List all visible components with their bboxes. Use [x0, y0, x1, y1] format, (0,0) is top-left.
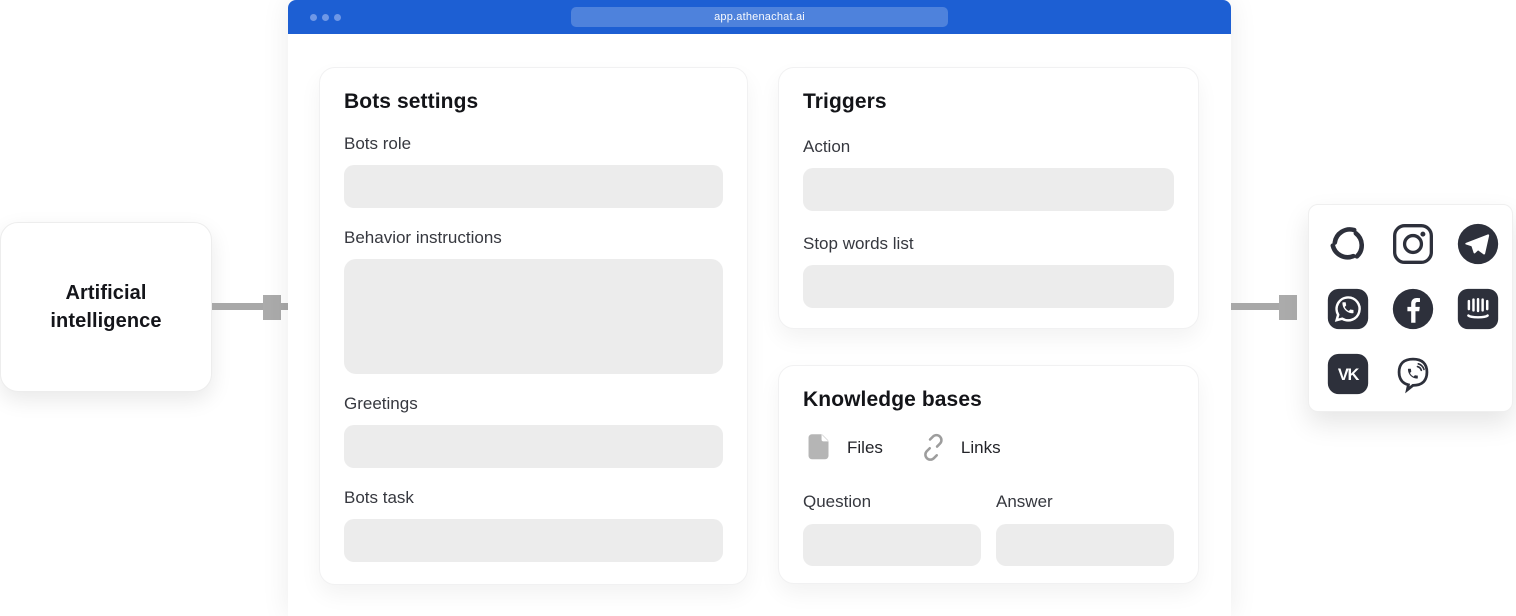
answer-input[interactable]	[996, 524, 1174, 566]
bots-task-label: Bots task	[344, 487, 723, 508]
links-tab-label: Links	[961, 438, 1001, 458]
knowledge-tabs: Files Links	[803, 431, 1174, 465]
svg-text:VK: VK	[1338, 366, 1360, 384]
window-dot-icon	[310, 14, 317, 21]
bots-task-input[interactable]	[344, 519, 723, 562]
url-bar[interactable]: app.athenachat.ai	[571, 7, 948, 27]
stop-words-list-label: Stop words list	[803, 233, 1174, 254]
bots-role-label: Bots role	[344, 133, 723, 154]
whatsapp-icon	[1326, 287, 1370, 331]
facebook-icon	[1391, 287, 1435, 331]
window-controls	[310, 14, 341, 21]
url-text: app.athenachat.ai	[714, 11, 805, 23]
greetings-label: Greetings	[344, 393, 723, 414]
instagram-icon	[1391, 222, 1435, 266]
tab-files[interactable]: Files	[803, 430, 883, 467]
artificial-intelligence-label: Artificial intelligence	[41, 279, 171, 335]
knowledge-bases-card: Knowledge bases Files	[778, 365, 1199, 584]
viber-icon	[1391, 352, 1435, 396]
vk-icon: VK	[1326, 352, 1370, 396]
bots-settings-card: Bots settings Bots role Behavior instruc…	[319, 67, 748, 585]
knowledge-bases-title: Knowledge bases	[803, 388, 1174, 412]
trefoil-knot-icon	[1326, 222, 1370, 266]
answer-label: Answer	[996, 491, 1174, 512]
files-tab-label: Files	[847, 438, 883, 458]
window-dot-icon	[334, 14, 341, 21]
connector-right-cap	[1279, 295, 1297, 320]
window-dot-icon	[322, 14, 329, 21]
telegram-icon	[1456, 222, 1500, 266]
integrations-panel: VK	[1308, 204, 1513, 412]
behavior-instructions-label: Behavior instructions	[344, 227, 723, 248]
behavior-instructions-textarea[interactable]	[344, 259, 723, 374]
link-icon	[917, 431, 947, 466]
bots-role-input[interactable]	[344, 165, 723, 208]
question-input[interactable]	[803, 524, 981, 566]
question-answer-grid: Question Answer	[803, 491, 1174, 566]
browser-window: app.athenachat.ai Bots settings Bots rol…	[288, 0, 1231, 616]
greetings-input[interactable]	[344, 425, 723, 468]
question-label: Question	[803, 491, 981, 512]
action-input[interactable]	[803, 168, 1174, 211]
connector-left-cap	[263, 295, 281, 320]
browser-titlebar: app.athenachat.ai	[288, 0, 1231, 34]
triggers-title: Triggers	[803, 90, 1174, 114]
artificial-intelligence-card: Artificial intelligence	[0, 222, 212, 392]
stop-words-list-input[interactable]	[803, 265, 1174, 308]
intercom-icon	[1456, 287, 1500, 331]
action-label: Action	[803, 136, 1174, 157]
illustration-canvas: Artificial intelligence app.athenachat.a…	[0, 0, 1516, 616]
bots-settings-title: Bots settings	[344, 90, 723, 114]
tab-links[interactable]: Links	[917, 431, 1001, 466]
file-icon	[803, 430, 833, 467]
triggers-card: Triggers Action Stop words list	[778, 67, 1199, 329]
